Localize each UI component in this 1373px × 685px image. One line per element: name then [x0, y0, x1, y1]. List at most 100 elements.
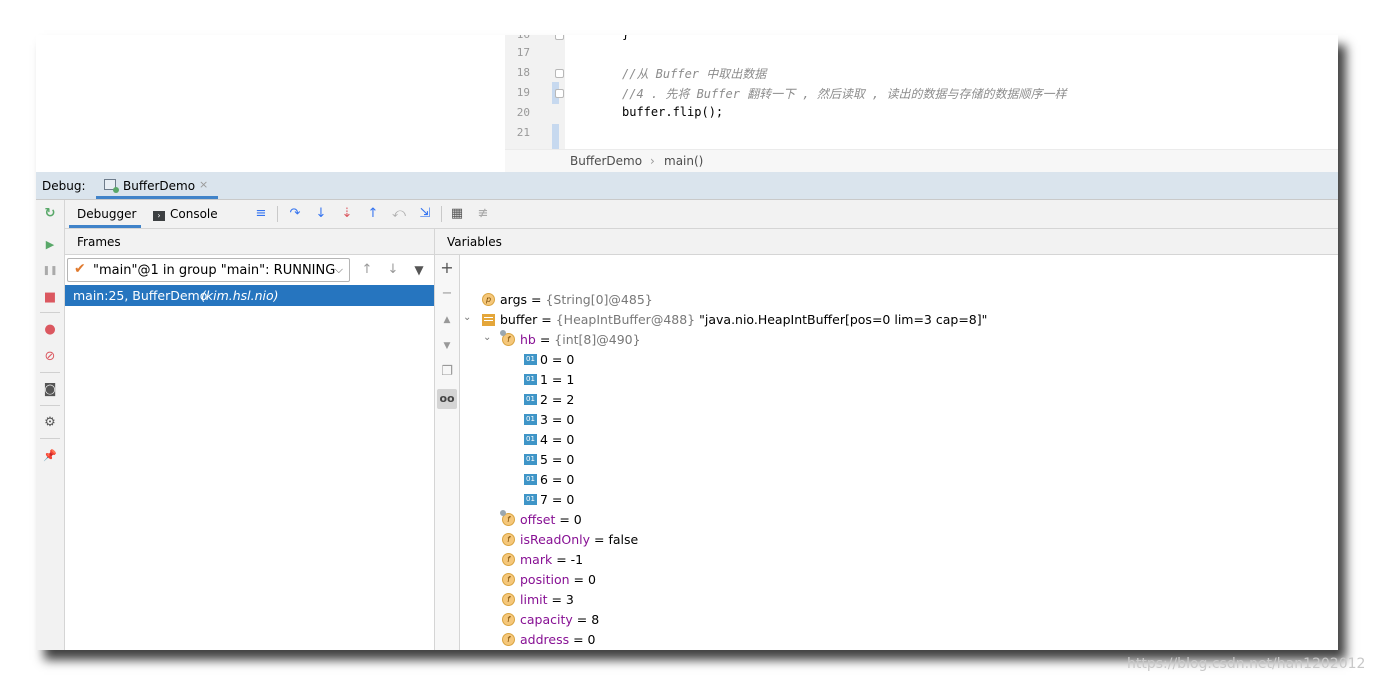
trace-icon[interactable]: ≢ — [475, 206, 491, 222]
drop-frame-icon[interactable]: ⤺ — [391, 206, 407, 222]
variable-row-args[interactable]: p args = {String[0]@485} — [482, 290, 882, 310]
variable-name: hb — [520, 332, 536, 347]
variable-name: limit — [520, 592, 548, 607]
pause-icon[interactable]: ❚❚ — [42, 263, 58, 279]
next-frame-icon[interactable]: ↓ — [385, 262, 401, 278]
variable-row-address[interactable]: f address = 0 — [502, 630, 802, 650]
breadcrumb-class[interactable]: BufferDemo — [570, 154, 642, 168]
array-element-row[interactable]: 01 5 = 0 — [524, 450, 724, 470]
local-variable-icon — [482, 314, 495, 326]
array-element-text: 1 = 1 — [540, 372, 575, 387]
view-breakpoints-icon[interactable]: ● — [42, 322, 58, 338]
previous-frame-icon[interactable]: ↑ — [359, 262, 375, 278]
run-config-icon — [104, 179, 119, 193]
array-element-row[interactable]: 01 0 = 0 — [524, 350, 724, 370]
change-marker — [552, 124, 559, 149]
evaluate-expression-icon[interactable]: ▦ — [449, 206, 465, 222]
variables-title: Variables — [447, 235, 502, 249]
parameter-icon: p — [482, 293, 495, 306]
tab-bufferdemo[interactable]: BufferDemo × — [96, 172, 218, 199]
code-comment[interactable]: //从 Buffer 中取出数据 — [622, 65, 766, 82]
array-element-row[interactable]: 01 3 = 0 — [524, 410, 724, 430]
code-comment[interactable]: //4 . 先将 Buffer 翻转一下 , 然后读取 , 读出的数据与存储的数… — [622, 85, 1067, 102]
fold-marker-icon[interactable] — [555, 69, 564, 78]
resume-icon[interactable]: ▶ — [42, 237, 58, 253]
debug-label: Debug: — [42, 179, 86, 193]
separator — [441, 206, 442, 222]
line-number: 20 — [516, 106, 530, 119]
array-element-text: 2 = 2 — [540, 392, 575, 407]
variable-row-isreadonly[interactable]: f isReadOnly = false — [502, 530, 802, 550]
field-icon: f — [502, 553, 515, 566]
field-icon: f — [502, 533, 515, 546]
line-number: 17 — [516, 46, 530, 59]
add-watch-icon[interactable]: + — [439, 260, 455, 276]
frame-row-selected[interactable]: main:25, BufferDemo (kim.hsl.nio) — [65, 285, 434, 306]
array-element-row[interactable]: 01 1 = 1 — [524, 370, 724, 390]
camera-icon[interactable]: ◙ — [42, 382, 58, 398]
variable-name: buffer — [500, 312, 538, 327]
array-element-row[interactable]: 01 4 = 0 — [524, 430, 724, 450]
breadcrumb: BufferDemo › main() — [505, 149, 1338, 173]
copy-icon[interactable]: ❐ — [439, 364, 455, 380]
array-element-icon: 01 — [524, 354, 537, 365]
mute-breakpoints-icon[interactable]: ⊘ — [42, 349, 58, 365]
settings-icon[interactable]: ⚙ — [42, 415, 58, 431]
equals: = — [555, 512, 574, 527]
expanded-chevron-icon[interactable]: ⌄ — [463, 312, 471, 323]
array-element-text: 6 = 0 — [540, 472, 575, 487]
breadcrumb-method[interactable]: main() — [664, 154, 703, 168]
rerun-icon[interactable]: ↻ — [42, 206, 58, 222]
step-out-icon[interactable]: ↑ — [365, 206, 381, 222]
separator — [40, 405, 60, 406]
variable-row-limit[interactable]: f limit = 3 — [502, 590, 802, 610]
variables-header: Variables — [435, 229, 1338, 255]
frames-header: Frames — [65, 229, 434, 255]
thread-selector[interactable]: ✔ "main"@1 in group "main": RUNNING ⌵ — [67, 258, 350, 282]
breadcrumb-separator: › — [650, 154, 655, 168]
variable-row-capacity[interactable]: f capacity = 8 — [502, 610, 802, 630]
equals: = — [535, 332, 555, 347]
remove-watch-icon[interactable]: − — [439, 286, 455, 302]
variable-row-mark[interactable]: f mark = -1 — [502, 550, 802, 570]
check-icon: ✔ — [74, 261, 86, 277]
stop-icon[interactable]: ■ — [42, 290, 58, 306]
variables-side-toolbar: + − ▲ ▼ ❐ oo — [435, 255, 460, 650]
code-line[interactable]: buffer.flip(); — [622, 105, 723, 119]
step-over-icon[interactable]: ↷ — [287, 206, 303, 222]
tab-label: BufferDemo — [123, 179, 196, 193]
close-icon[interactable]: × — [199, 178, 208, 191]
code-line[interactable]: } — [622, 35, 629, 41]
fold-marker-icon[interactable] — [555, 35, 564, 40]
variable-row-hb[interactable]: ⌄ f hb = {int[8]@490} — [483, 330, 883, 350]
array-element-row[interactable]: 01 7 = 0 — [524, 490, 724, 510]
equals: = — [569, 572, 588, 587]
line-number: 18 — [516, 66, 530, 79]
step-into-icon[interactable]: ↓ — [313, 206, 329, 222]
show-watches-icon[interactable]: oo — [437, 389, 457, 409]
ide-window: 16 17 18 19 20 21 } //从 Buffer 中取出数据 //4… — [36, 35, 1338, 650]
line-number: 19 — [516, 86, 530, 99]
restore-layout-icon[interactable]: ≡ — [253, 206, 269, 222]
variable-row-buffer[interactable]: ⌄ buffer = {HeapIntBuffer@488} "java.nio… — [463, 310, 1063, 330]
variable-value: 0 — [573, 512, 582, 527]
filter-icon[interactable]: ▼ — [411, 262, 427, 278]
variable-row-offset[interactable]: f offset = 0 — [500, 510, 802, 530]
debug-tool-window-header: Debug: BufferDemo × — [36, 172, 1338, 200]
move-down-icon[interactable]: ▼ — [439, 338, 455, 354]
pin-icon[interactable]: 📌 — [42, 448, 58, 464]
fold-marker-icon[interactable] — [555, 89, 564, 98]
array-element-icon: 01 — [524, 374, 537, 385]
tab-console[interactable]: › Console — [153, 200, 223, 228]
array-element-row[interactable]: 01 2 = 2 — [524, 390, 724, 410]
force-step-into-icon[interactable]: ⇣ — [339, 206, 355, 222]
run-to-cursor-icon[interactable]: ⇲ — [417, 206, 433, 222]
move-up-icon[interactable]: ▲ — [439, 312, 455, 328]
array-element-icon: 01 — [524, 394, 537, 405]
expanded-chevron-icon[interactable]: ⌄ — [483, 332, 491, 343]
array-element-row[interactable]: 01 6 = 0 — [524, 470, 724, 490]
tab-debugger[interactable]: Debugger — [69, 200, 141, 228]
variable-row-position[interactable]: f position = 0 — [502, 570, 802, 590]
variable-name: isReadOnly — [520, 532, 591, 547]
variable-name: capacity — [520, 612, 573, 627]
